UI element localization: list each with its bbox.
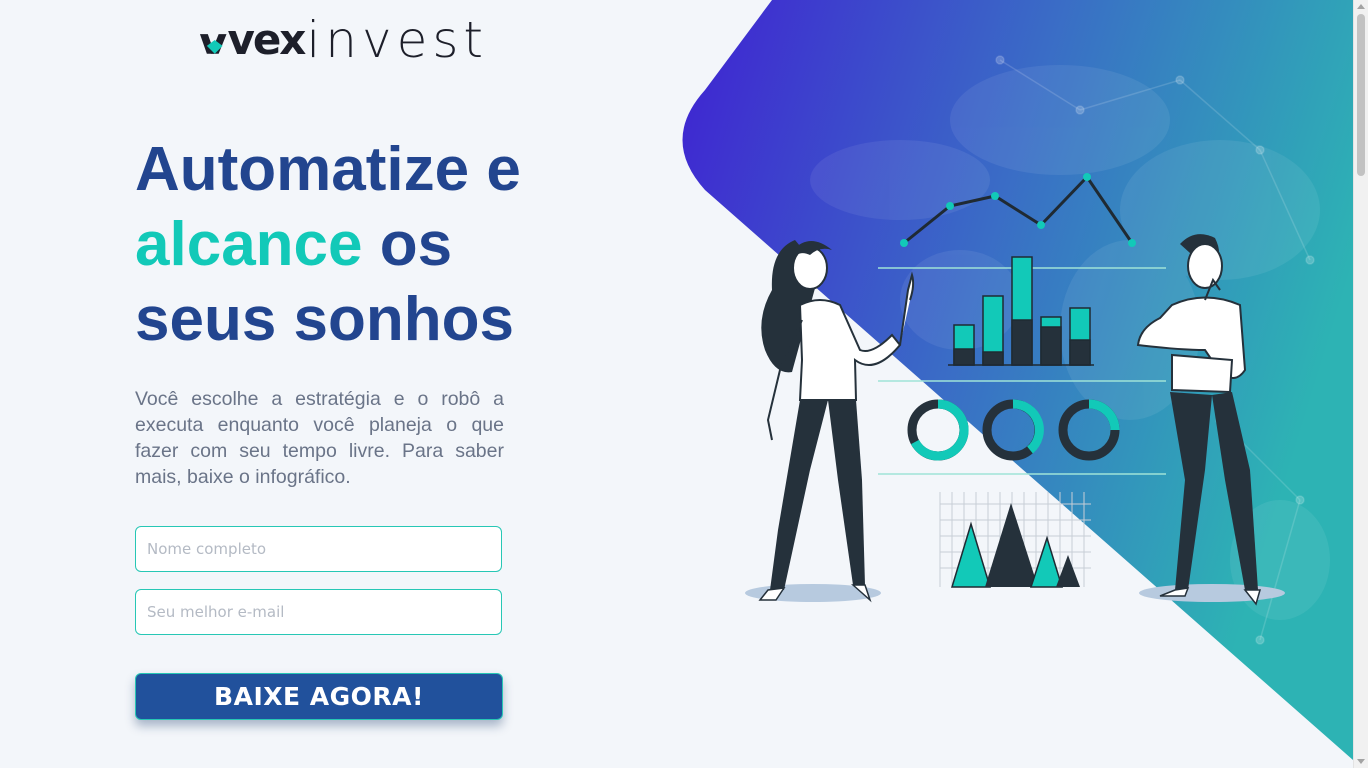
name-input[interactable]	[135, 526, 502, 572]
headline-line-2-rest: os	[362, 210, 453, 279]
scroll-thumb[interactable]	[1357, 14, 1365, 176]
headline-line-1: Automatize e	[135, 135, 521, 204]
scroll-down-arrow-icon[interactable]	[1357, 759, 1365, 764]
email-input[interactable]	[135, 589, 502, 635]
hero-description: Você escolhe a estratégia e o robô a exe…	[135, 388, 504, 488]
man-shadow	[1139, 584, 1285, 602]
headline-line-3: seus sonhos	[135, 285, 514, 354]
brand-logo: vex invest	[198, 12, 488, 68]
scroll-up-arrow-icon[interactable]	[1357, 4, 1365, 9]
analytics-illustration	[682, 0, 1353, 760]
logo-wordmark-bold: vex	[227, 15, 306, 64]
page-headline: Automatize e alcance os seus sonhos	[135, 132, 555, 357]
logo-mark-icon	[199, 34, 227, 54]
logo-wordmark-light: invest	[306, 11, 488, 69]
headline-accent-word: alcance	[135, 210, 363, 279]
page-scrollbar[interactable]	[1353, 0, 1368, 768]
download-button[interactable]: BAIXE AGORA!	[135, 673, 503, 720]
